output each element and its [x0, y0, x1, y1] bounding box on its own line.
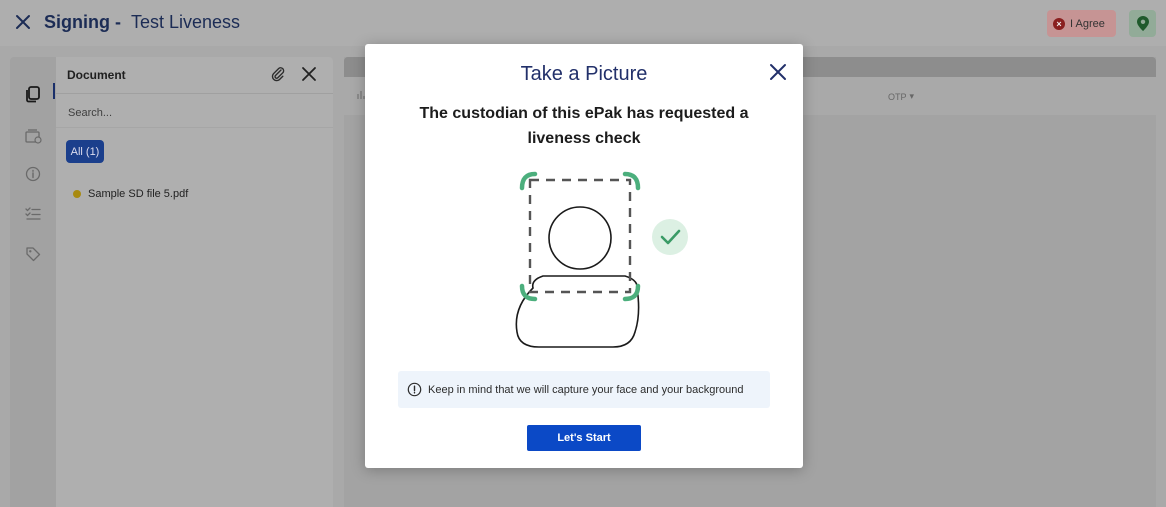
info-icon — [407, 382, 422, 397]
otp-label: OTP — [888, 91, 907, 102]
filter-chip-all[interactable]: All (1) — [66, 140, 104, 163]
modal-subtitle: The custodian of this ePak has requested… — [419, 105, 749, 147]
notice-text: Keep in mind that we will capture your f… — [428, 383, 744, 396]
chevron-down-icon: ▾ — [909, 91, 915, 101]
checklist-icon[interactable] — [24, 205, 42, 223]
list-item[interactable]: Sample SD file 5.pdf — [73, 188, 188, 200]
check-icon — [652, 219, 688, 255]
documents-icon[interactable] — [24, 85, 42, 103]
start-button[interactable]: Let's Start — [527, 425, 641, 451]
document-panel-title: Document — [67, 68, 126, 82]
agree-x-icon: × — [1053, 17, 1065, 30]
close-icon[interactable] — [13, 12, 33, 32]
search-input[interactable]: Search... — [68, 107, 112, 119]
title-name: Test Liveness — [130, 12, 241, 32]
notice-banner: Keep in mind that we will capture your f… — [398, 371, 770, 408]
page-title: Signing - Test Liveness — [44, 12, 240, 33]
document-panel: Document Search... All (1) Sample SD fil… — [56, 57, 333, 507]
title-prefix: Signing - — [44, 12, 121, 32]
agree-label: I Agree — [1070, 17, 1105, 30]
top-bar: Signing - Test Liveness × I Agree — [0, 0, 1166, 46]
tag-icon[interactable] — [24, 245, 42, 263]
column-header-otp[interactable]: OTP ▾ — [888, 91, 914, 102]
face-capture-illustration — [515, 171, 688, 348]
close-icon[interactable] — [768, 62, 788, 82]
file-status-dot — [73, 190, 81, 198]
file-name: Sample SD file 5.pdf — [88, 188, 189, 200]
left-rail — [10, 57, 56, 507]
liveness-modal: Take a Picture The custodian of this ePa… — [365, 44, 803, 468]
divider — [56, 93, 333, 94]
wallet-icon[interactable] — [24, 127, 42, 145]
location-button[interactable] — [1129, 10, 1156, 37]
info-icon[interactable] — [24, 165, 42, 183]
modal-title: Take a Picture — [520, 63, 648, 85]
attach-icon[interactable] — [270, 66, 286, 82]
divider — [56, 127, 333, 128]
location-pin-icon — [1136, 16, 1149, 31]
active-indicator — [53, 83, 55, 99]
agree-button[interactable]: × I Agree — [1047, 10, 1116, 37]
panel-close-icon[interactable] — [301, 66, 317, 82]
